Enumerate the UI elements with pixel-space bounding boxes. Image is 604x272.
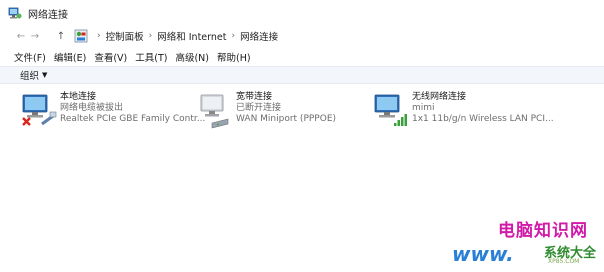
connection-device: WAN Miniport (PPPOE)	[236, 114, 337, 124]
wireless-network-icon	[374, 94, 407, 126]
window-title: 网络连接	[28, 9, 68, 21]
connection-wireless-label: 无线网络连接 mimi 1x1 11b/g/n Wireless LAN PCI…	[412, 92, 554, 125]
connection-name: 宽带连接	[236, 92, 273, 102]
connection-device: Realtek PCIe GBE Family Contr...	[60, 114, 206, 124]
connection-name: 本地连接	[60, 92, 97, 102]
organize-button[interactable]: 组织	[20, 68, 39, 82]
command-bar: 组织 ▼	[0, 66, 604, 84]
address-bar: ← → ↑ › 控制面板 › 网络和 Internet › 网络连接	[0, 26, 604, 46]
watermark: 电脑知识网 www. 系统大全 XP85.COM	[452, 216, 600, 268]
menu-tools[interactable]: 工具(T)	[135, 50, 167, 64]
connection-broadband-label: 宽带连接 已断开连接 WAN Miniport (PPPOE)	[236, 92, 336, 125]
breadcrumb: › 控制面板 › 网络和 Internet › 网络连接	[92, 29, 278, 43]
watermark-title: 电脑知识网	[498, 221, 588, 241]
connection-status: 已断开连接	[236, 103, 282, 113]
connection-device: 1x1 11b/g/n Wireless LAN PCI...	[412, 114, 554, 124]
watermark-domain: XP85.COM	[548, 258, 580, 265]
up-arrow-icon[interactable]: ↑	[54, 31, 68, 42]
menu-edit[interactable]: 编辑(E)	[54, 50, 86, 64]
menu-help[interactable]: 帮助(H)	[217, 50, 251, 64]
breadcrumb-control-panel[interactable]: 控制面板	[106, 29, 144, 43]
menu-advanced[interactable]: 高级(N)	[175, 50, 209, 64]
breadcrumb-network-connections[interactable]: 网络连接	[240, 29, 278, 43]
breadcrumb-network-internet[interactable]: 网络和 Internet	[157, 29, 226, 43]
back-arrow-icon[interactable]: ←	[14, 31, 28, 42]
connection-local[interactable]: 本地连接 网络电缆被拔出 Realtek PCIe GBE Family Con…	[20, 92, 205, 132]
breadcrumb-separator-icon: ›	[231, 31, 236, 41]
wired-network-disconnected-icon	[22, 94, 57, 126]
connection-wireless[interactable]: 无线网络连接 mimi 1x1 11b/g/n Wireless LAN PCI…	[372, 92, 554, 132]
breadcrumb-separator-icon: ›	[97, 31, 101, 41]
connection-broadband[interactable]: 宽带连接 已断开连接 WAN Miniport (PPPOE)	[196, 92, 366, 132]
menu-file[interactable]: 文件(F)	[14, 50, 46, 64]
control-panel-icon	[74, 29, 88, 43]
chevron-down-icon[interactable]: ▼	[42, 71, 47, 79]
broadband-modem-icon	[200, 94, 229, 129]
connection-status: mimi	[412, 103, 435, 113]
watermark-www: www.	[452, 242, 514, 266]
connection-status: 网络电缆被拔出	[60, 103, 124, 113]
forward-arrow-icon[interactable]: →	[28, 31, 42, 42]
menu-view[interactable]: 查看(V)	[94, 50, 127, 64]
connection-name: 无线网络连接	[412, 92, 467, 102]
connection-local-label: 本地连接 网络电缆被拔出 Realtek PCIe GBE Family Con…	[60, 92, 205, 125]
title-bar: 网络连接	[0, 0, 604, 26]
breadcrumb-separator-icon: ›	[148, 31, 153, 41]
menu-bar: 文件(F) 编辑(E) 查看(V) 工具(T) 高级(N) 帮助(H)	[0, 48, 604, 65]
network-connections-icon	[8, 7, 22, 19]
